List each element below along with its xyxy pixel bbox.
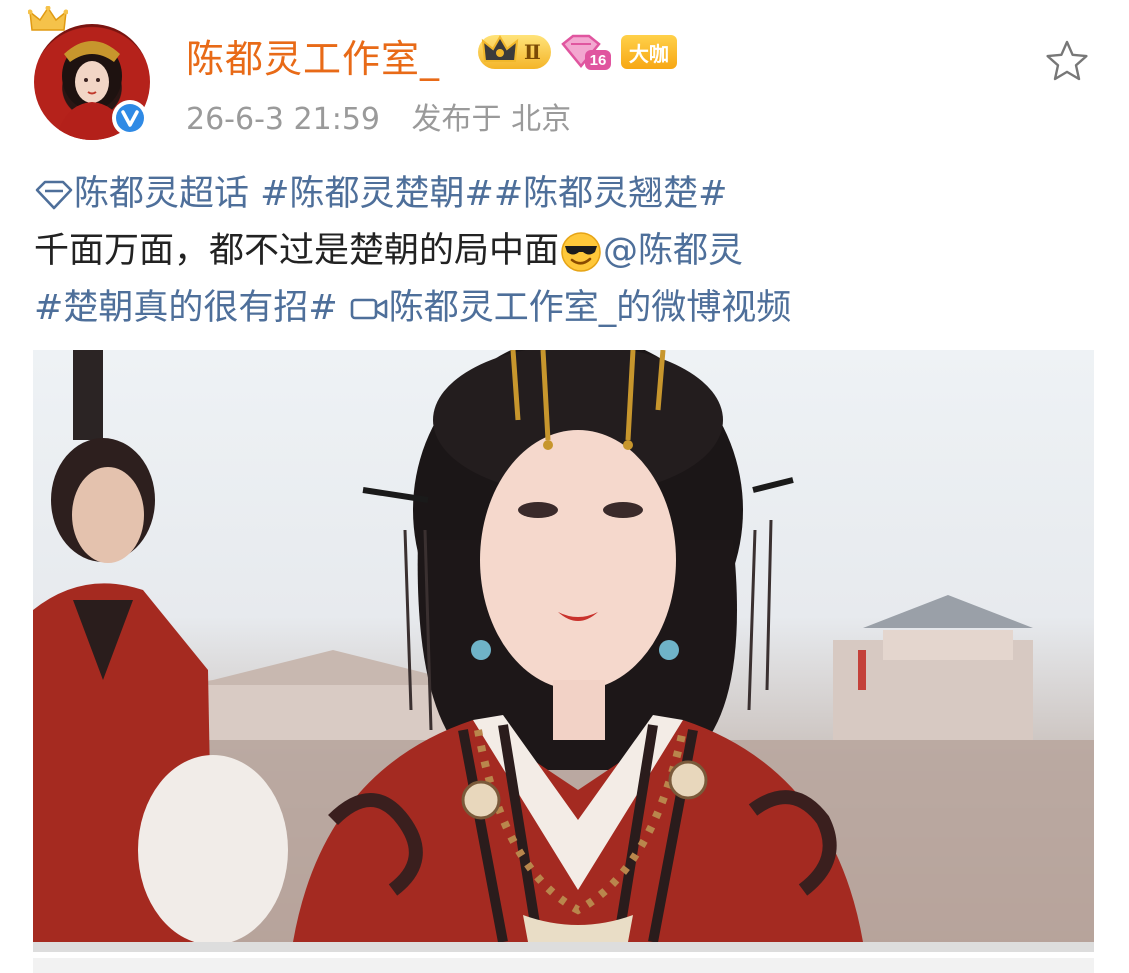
- level-badge[interactable]: 16: [559, 32, 613, 72]
- post-line-1: 陈都灵超话 #陈都灵楚朝##陈都灵翘楚#: [34, 166, 1104, 223]
- video-link-label: 陈都灵工作室_的微博视频: [388, 288, 792, 328]
- crown-icon: [28, 6, 68, 31]
- post-text: 千面万面，都不过是楚朝的局中面: [34, 231, 560, 271]
- post-timestamp: 26-6-3 21:59: [186, 102, 380, 137]
- hashtag-link[interactable]: #楚朝真的很有招#: [34, 288, 338, 328]
- post-body: 陈都灵超话 #陈都灵楚朝##陈都灵翘楚# 千面万面，都不过是楚朝的局中面 @陈都…: [34, 166, 1104, 337]
- hashtag-link[interactable]: #陈都灵楚朝#: [260, 174, 494, 214]
- post-meta: 26-6-3 21:59 发布于 北京: [186, 94, 571, 138]
- post-location: 发布于 北京: [411, 102, 572, 137]
- level-badge-label: 16: [590, 52, 607, 69]
- next-media-strip: [33, 958, 1094, 973]
- user-badges: Ⅱ 16 大咖: [478, 30, 677, 74]
- hashtag-link[interactable]: #陈都灵翘楚#: [494, 174, 728, 214]
- username[interactable]: 陈都灵工作室_: [186, 28, 440, 83]
- verified-v-icon: [112, 100, 148, 136]
- avatar[interactable]: [28, 6, 154, 144]
- post-line-3: #楚朝真的很有招# 陈都灵工作室_的微博视频: [34, 280, 1104, 337]
- video-camera-icon: [350, 298, 388, 320]
- rank-crown-icon: [481, 35, 519, 62]
- vip-badge[interactable]: 大咖: [620, 35, 677, 69]
- rank-badge-label: Ⅱ: [524, 40, 541, 64]
- post-line-2: 千面万面，都不过是楚朝的局中面 @陈都灵: [34, 223, 1104, 280]
- sunglasses-emoji-icon: [561, 232, 601, 272]
- supertopic-link[interactable]: 陈都灵超话: [34, 174, 260, 214]
- star-icon[interactable]: [1044, 38, 1090, 84]
- mention-link[interactable]: @陈都灵: [603, 231, 743, 271]
- video-frame: [33, 350, 1094, 942]
- diamond-icon: [35, 180, 73, 210]
- video-thumbnail[interactable]: [33, 350, 1094, 942]
- media-divider: [33, 942, 1094, 952]
- supertopic-label: 陈都灵超话: [74, 174, 250, 214]
- video-link[interactable]: 陈都灵工作室_的微博视频: [349, 288, 792, 328]
- post-header: 陈都灵工作室_ Ⅱ 16 大咖 26-6-3 21:59 发布于 北京: [0, 0, 1129, 150]
- rank-badge[interactable]: Ⅱ: [478, 35, 551, 69]
